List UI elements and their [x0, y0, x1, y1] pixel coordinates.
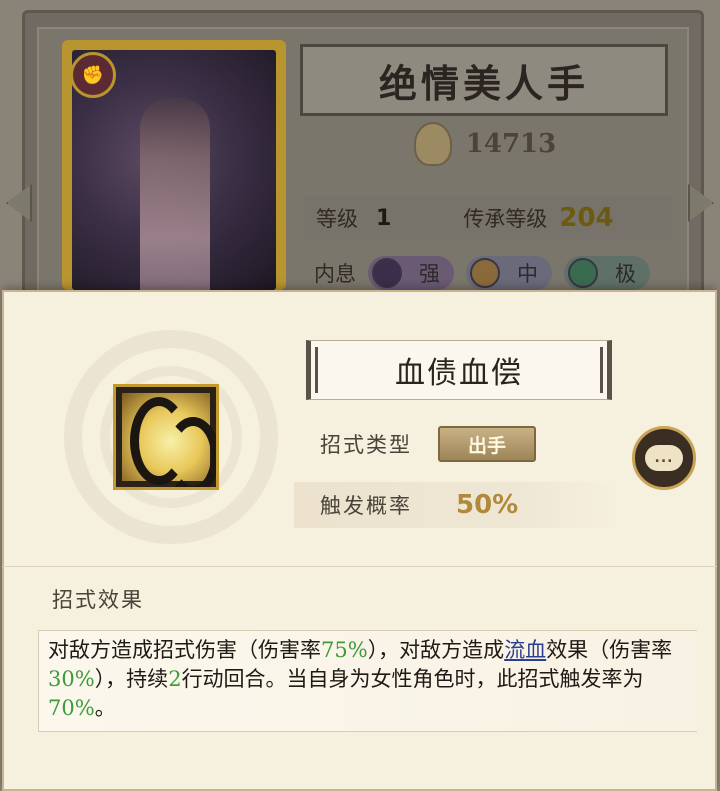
chat-bubble-icon: ...: [645, 445, 683, 471]
inherit-level-label: 传承等级: [463, 207, 548, 231]
serpent-skill-icon: [113, 384, 219, 490]
effect-heading: 招式效果: [52, 588, 144, 612]
sun-orb-icon: [470, 258, 500, 288]
power-row: 14713: [370, 118, 600, 170]
female-trigger-rate-value: 70%: [48, 696, 95, 720]
level-row: 等级 1 传承等级 204: [304, 196, 672, 240]
skill-type-row: 招式类型 出手: [320, 424, 536, 464]
chat-button[interactable]: ...: [632, 426, 696, 490]
inner-pill-medium[interactable]: 中: [466, 256, 552, 290]
trigger-rate-row: 触发概率 50%: [294, 482, 620, 528]
previous-character-arrow[interactable]: [6, 184, 32, 222]
divider: [2, 566, 717, 567]
moon-orb-icon: [372, 258, 402, 288]
bleed-rate-value: 30%: [48, 667, 95, 691]
effect-description: 对敌方造成招式伤害（伤害率75%），对敌方造成流血效果（伤害率30%），持续2行…: [48, 638, 673, 720]
skill-title-plate: 血债血偿: [306, 340, 612, 400]
inner-pill-strong[interactable]: 强: [368, 256, 454, 290]
level-value: 1: [376, 205, 392, 231]
power-gem-icon: [413, 122, 452, 166]
skill-name: 血债血偿: [395, 356, 523, 391]
bleed-effect-link[interactable]: 流血: [504, 638, 546, 662]
character-name: 绝情美人手: [378, 60, 589, 106]
fist-icon: ✊: [70, 52, 116, 98]
skill-type-badge: 出手: [438, 426, 536, 462]
character-name-plate: 绝情美人手: [300, 44, 668, 116]
trigger-rate-label: 触发概率: [320, 494, 412, 518]
trigger-rate-value: 50%: [456, 490, 519, 520]
jade-orb-icon: [568, 258, 598, 288]
level-label: 等级: [316, 207, 358, 231]
power-value: 14713: [465, 129, 557, 159]
skill-type-label: 招式类型: [320, 433, 412, 457]
inherit-level-value: 204: [559, 203, 614, 233]
duration-value: 2: [168, 667, 182, 691]
damage-rate-value: 75%: [321, 638, 368, 662]
inner-pill-extreme[interactable]: 极: [564, 256, 650, 290]
inner-breath-row: 内息 强 中 极: [314, 254, 674, 292]
inner-breath-label: 内息: [314, 262, 356, 286]
